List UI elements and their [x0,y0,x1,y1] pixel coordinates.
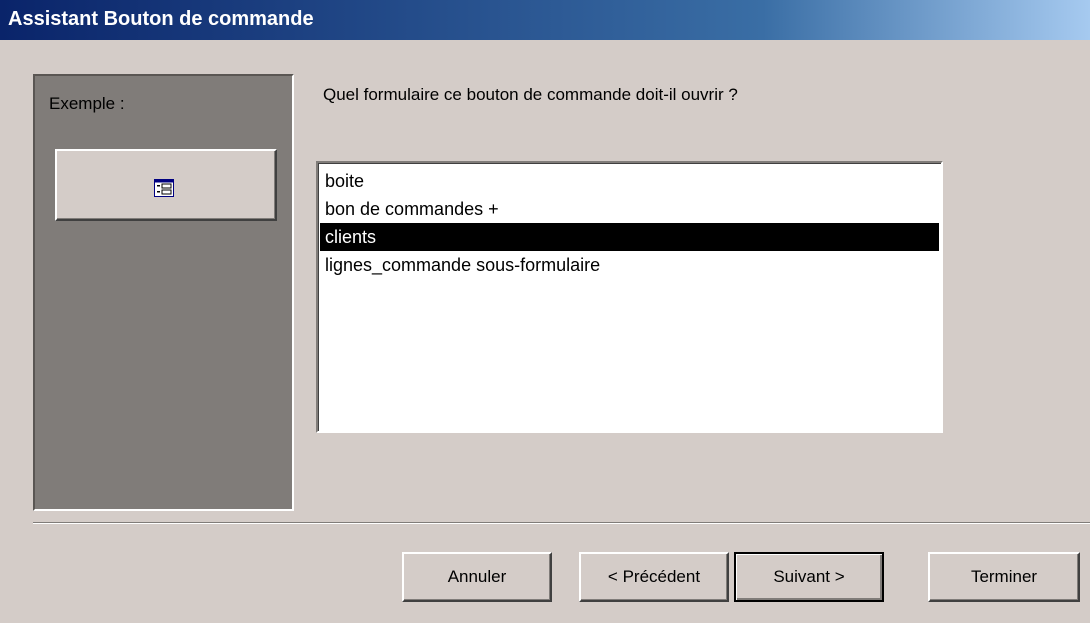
next-button[interactable]: Suivant > [734,552,884,602]
question-text: Quel formulaire ce bouton de commande do… [323,85,738,104]
example-preview-button [55,149,277,221]
divider [33,522,1090,524]
window-title: Assistant Bouton de commande [8,8,314,30]
cancel-button[interactable]: Annuler [402,552,552,602]
form-icon [154,179,174,197]
example-panel: Exemple : [33,74,294,511]
list-item[interactable]: bon de commandes + [320,195,939,223]
forms-listbox[interactable]: boite bon de commandes + clients lignes_… [316,161,943,433]
back-button[interactable]: < Précédent [579,552,729,602]
list-item[interactable]: boite [320,167,939,195]
wizard-dialog: Exemple : Quel formulaire ce bouton de c… [0,40,1090,623]
finish-button[interactable]: Terminer [928,552,1080,602]
example-label: Exemple : [49,94,125,113]
list-item[interactable]: lignes_commande sous-formulaire [320,251,939,279]
list-item-selected[interactable]: clients [320,223,939,251]
title-bar[interactable]: Assistant Bouton de commande [0,0,1090,40]
